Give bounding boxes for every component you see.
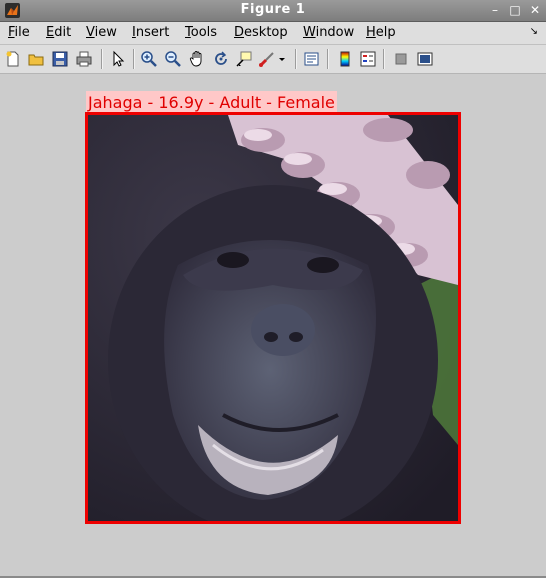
menu-mnemonic: W (303, 25, 316, 40)
save-icon[interactable] (51, 50, 69, 68)
menu-insert[interactable]: Insert (132, 25, 169, 40)
link-plot-icon[interactable] (303, 50, 321, 68)
image-axes[interactable] (85, 112, 461, 524)
open-folder-icon[interactable] (27, 50, 45, 68)
figure-window: Figure 1 – □ ✕ File Edit View Insert Tools De… (0, 0, 546, 578)
insert-colorbar-icon[interactable] (336, 50, 354, 68)
new-figure-icon[interactable] (4, 50, 22, 68)
menu-view[interactable]: View (86, 25, 117, 40)
menu-label: esktop (244, 25, 288, 40)
minimize-icon[interactable]: – (488, 3, 502, 17)
maximize-icon[interactable]: □ (508, 3, 522, 17)
pan-hand-icon[interactable] (188, 50, 206, 68)
close-icon[interactable]: ✕ (528, 3, 542, 17)
menu-label: ools (190, 25, 218, 40)
menu-desktop[interactable]: Desktop (234, 25, 288, 40)
show-plot-tools-icon[interactable] (416, 50, 434, 68)
print-icon[interactable] (75, 50, 93, 68)
brush-dropdown-icon[interactable] (277, 50, 287, 68)
data-cursor-icon[interactable] (235, 50, 253, 68)
menu-mnemonic: H (366, 25, 376, 40)
menu-window[interactable]: Window (303, 25, 354, 40)
window-title: Figure 1 (240, 2, 306, 17)
menu-help[interactable]: Help (366, 25, 396, 40)
menu-label: ile (14, 25, 30, 40)
menu-label: elp (375, 25, 396, 40)
brush-icon[interactable] (258, 50, 276, 68)
zoom-out-icon[interactable] (164, 50, 182, 68)
menu-bar: File Edit View Insert Tools Desktop Window Help… (0, 22, 546, 45)
menu-file[interactable]: File (8, 25, 30, 40)
chimpanzee-photo (88, 115, 458, 521)
figure-toolbar (0, 45, 546, 74)
menu-label: nsert (135, 25, 170, 40)
hide-plot-tools-icon[interactable] (392, 50, 410, 68)
title-bar[interactable]: Figure 1 – □ ✕ (0, 0, 546, 22)
menu-mnemonic: D (234, 25, 245, 40)
menu-mnemonic: E (46, 25, 55, 40)
menu-edit[interactable]: Edit (46, 25, 71, 40)
rotate-3d-icon[interactable] (212, 50, 230, 68)
menu-mnemonic: V (86, 25, 95, 40)
edit-plot-arrow-icon[interactable] (109, 50, 127, 68)
menu-label: indow (315, 25, 355, 40)
menu-label: iew (94, 25, 117, 40)
zoom-in-icon[interactable] (140, 50, 158, 68)
insert-legend-icon[interactable] (359, 50, 377, 68)
menu-tools[interactable]: Tools (185, 25, 217, 40)
menu-label: dit (54, 25, 72, 40)
dock-arrow-icon[interactable]: ↘ (530, 26, 538, 37)
